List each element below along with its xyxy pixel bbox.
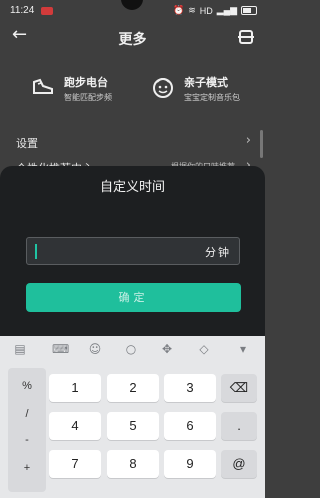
symbol-column[interactable]: % / - + (8, 368, 46, 492)
status-time: 11:24 (10, 5, 35, 16)
scrollbar[interactable] (260, 130, 263, 158)
status-bar: 11:24 ⏰ ≋ HD ▂▄▆ (0, 0, 265, 22)
row-label: 设置 (16, 137, 38, 150)
key-4[interactable]: 4 (49, 412, 101, 440)
key-9[interactable]: 9 (164, 450, 216, 478)
card-title: 亲子模式 (184, 76, 228, 89)
camera-notch (121, 0, 143, 10)
clear-icon[interactable]: ◇ (197, 342, 211, 356)
minutes-input[interactable]: 分钟 (26, 237, 240, 265)
symbol-key[interactable]: / (8, 408, 46, 420)
battery-icon (241, 6, 257, 15)
key-7[interactable]: 7 (49, 450, 101, 478)
dot-key[interactable]: . (221, 412, 257, 440)
at-key[interactable]: @ (221, 450, 257, 478)
key-8[interactable]: 8 (107, 450, 159, 478)
key-3[interactable]: 3 (164, 374, 216, 402)
parent-child-mode-card[interactable]: 亲子模式 宝宝定制音乐包 (150, 70, 270, 110)
backspace-key[interactable]: ⌫ (221, 374, 257, 402)
header-bar: ← 更多 (0, 22, 265, 54)
dialog-title: 自定义时间 (99, 180, 165, 195)
signal-icon: ▂▄▆ (216, 5, 237, 15)
card-subtitle: 智能匹配步频 (64, 93, 112, 102)
emoji-icon[interactable]: ☺ (88, 342, 102, 356)
text-caret (35, 244, 37, 259)
page-title: 更多 (118, 32, 147, 48)
numeric-keyboard: ▤ ⌨ ☺ ○ ✥ ◇ ▾ % / - + 1 2 3 4 5 6 7 8 9 … (0, 336, 265, 498)
keyboard-toolbar: ▤ ⌨ ☺ ○ ✥ ◇ ▾ (0, 336, 265, 364)
wifi-icon: ≋ (188, 5, 196, 15)
keyboard-icon[interactable]: ⌨ (52, 342, 69, 356)
custom-time-dialog: 自定义时间 分钟 确定 (0, 166, 265, 336)
card-subtitle: 宝宝定制音乐包 (184, 93, 240, 102)
collapse-icon[interactable]: ▾ (236, 342, 250, 356)
key-6[interactable]: 6 (164, 412, 216, 440)
status-right: ⏰ ≋ HD ▂▄▆ (173, 5, 257, 16)
card-title: 跑步电台 (64, 76, 108, 89)
search-icon[interactable]: ○ (124, 342, 138, 356)
key-5[interactable]: 5 (107, 412, 159, 440)
network-label: HD (199, 5, 213, 16)
running-shoe-icon (33, 78, 53, 94)
key-1[interactable]: 1 (49, 374, 101, 402)
symbol-key[interactable]: % (8, 380, 46, 392)
clipboard-icon[interactable]: ▤ (13, 342, 27, 356)
symbol-key[interactable]: + (8, 462, 46, 474)
confirm-button[interactable]: 确定 (26, 283, 241, 312)
chevron-right-icon: › (245, 133, 251, 148)
cursor-move-icon[interactable]: ✥ (160, 342, 174, 356)
child-face-icon (153, 78, 173, 98)
backspace-icon: ⌫ (229, 380, 249, 395)
unit-label: 分钟 (205, 246, 231, 259)
running-radio-card[interactable]: 跑步电台 智能匹配步频 (30, 70, 150, 110)
alarm-icon: ⏰ (173, 5, 185, 15)
notification-icon (41, 7, 53, 15)
key-2[interactable]: 2 (107, 374, 159, 402)
scan-icon[interactable] (238, 30, 254, 44)
symbol-key[interactable]: - (8, 434, 46, 446)
